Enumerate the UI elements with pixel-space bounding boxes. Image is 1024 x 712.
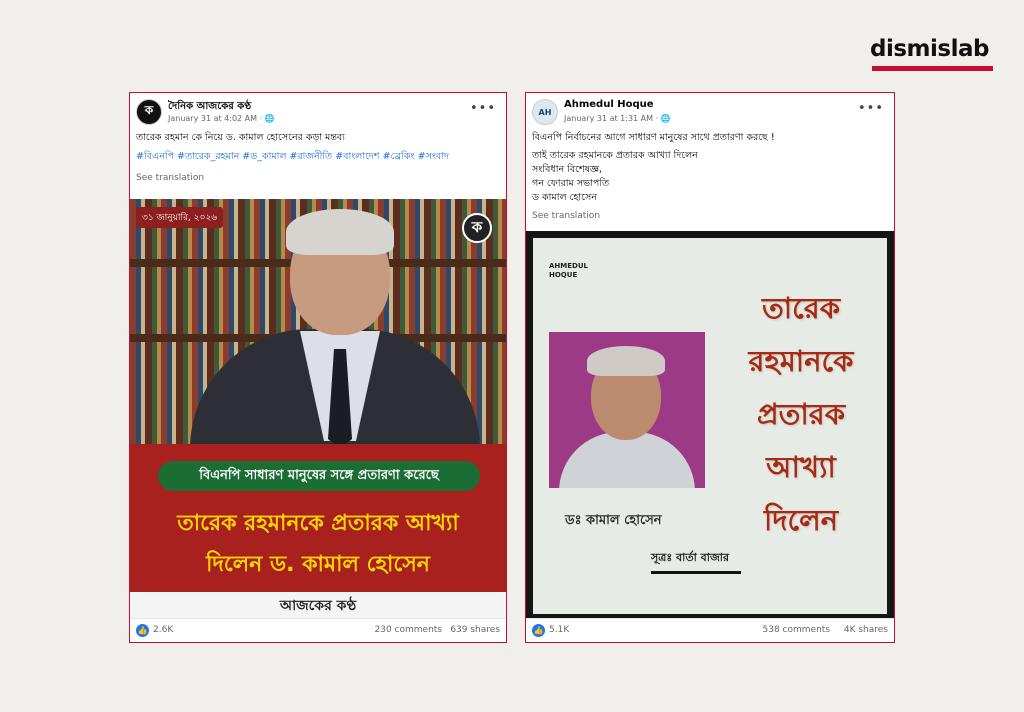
headline-panel: বিএনপি সাধারণ মানুষের সঙ্গে প্রতারণা করে… xyxy=(130,444,506,620)
portrait-hair xyxy=(587,346,665,376)
portrait-shirt xyxy=(559,432,695,488)
source-underline xyxy=(651,571,741,574)
post-timestamp[interactable]: January 31 at 1:31 AM · 🌐 xyxy=(564,114,671,123)
post-engagement-bar: 👍 5.1K 538 comments 4K shares xyxy=(526,618,894,642)
quote-line-4: আখ্যা xyxy=(766,450,836,484)
quote-line-2: রহমানকে xyxy=(748,344,854,378)
logo-line-1: AHMEDUL xyxy=(549,262,588,270)
share-count[interactable]: 639 shares xyxy=(450,625,500,635)
facebook-post-ahmedul-hoque: AH Ahmedul Hoque January 31 at 1:31 AM ·… xyxy=(525,92,895,643)
portrait-caption: ডঃ কামাল হোসেন xyxy=(565,513,662,528)
headline-line-2: দিলেন ড. কামাল হোসেন xyxy=(206,552,430,577)
person-hair xyxy=(286,209,394,255)
logo-line-2: HOQUE xyxy=(549,271,578,279)
headline-line-1: তারেক রহমানকে প্রতারক আখ্যা xyxy=(177,511,459,536)
source-credit: সূত্রঃ বার্তা বাজার xyxy=(651,551,730,564)
page-avatar[interactable]: ক xyxy=(136,99,162,125)
quote-line-5: দিলেন xyxy=(763,503,839,537)
facebook-post-ajker-kantha: ক দৈনিক আজকের কণ্ঠ January 31 at 4:02 AM… xyxy=(129,92,507,643)
post-caption-line-4: গন ফোরাম সভাপতি xyxy=(532,178,610,189)
brand-underline xyxy=(872,66,993,71)
quote-line-1: তারেক xyxy=(761,291,841,325)
post-caption-line-3: সংবিধান বিশেষজ্ঞ, xyxy=(532,164,602,175)
post-engagement-bar: 👍 2.6K 230 comments 639 shares xyxy=(130,618,506,642)
green-headline: বিএনপি সাধারণ মানুষের সঙ্গে প্রতারণা করে… xyxy=(158,461,480,491)
date-badge: ৩১ জানুয়ারি, ২০২৬ xyxy=(136,207,224,228)
profile-name[interactable]: Ahmedul Hoque xyxy=(564,99,654,110)
share-count[interactable]: 4K shares xyxy=(844,625,888,635)
post-timestamp[interactable]: January 31 at 4:02 AM · 🌐 xyxy=(168,114,275,123)
comment-count[interactable]: 538 comments xyxy=(763,625,831,635)
post-image[interactable]: ৩১ জানুয়ারি, ২০২৬ ক বিএনপি সাধারণ মানুষ… xyxy=(130,199,506,620)
profile-avatar[interactable]: AH xyxy=(532,99,558,125)
like-reaction-icon[interactable]: 👍 xyxy=(136,624,149,637)
quote-line-3: প্রতারক xyxy=(756,397,846,431)
post-image[interactable]: AHMEDUL HOQUE তারেক রহমানকে প্রতারক আখ্য… xyxy=(526,231,894,621)
channel-logo-icon: ক xyxy=(462,213,492,243)
watermark-logo: AHMEDUL HOQUE xyxy=(549,262,588,280)
see-translation-link[interactable]: See translation xyxy=(532,211,600,221)
post-caption-line-1: বিএনপি নির্বাচনের আগে সাধারণ মানুষের সাথ… xyxy=(532,132,775,143)
like-reaction-icon[interactable]: 👍 xyxy=(532,624,545,637)
more-options-icon[interactable]: ••• xyxy=(858,101,884,116)
newspaper-logo: আজকের কণ্ঠ xyxy=(130,592,506,620)
comment-count[interactable]: 230 comments xyxy=(375,625,443,635)
post-caption-line-5: ড কামাল হোসেন xyxy=(532,192,597,203)
reaction-count[interactable]: 5.1K xyxy=(549,625,569,635)
graphic-card: AHMEDUL HOQUE তারেক রহমানকে প্রতারক আখ্য… xyxy=(533,238,887,614)
more-options-icon[interactable]: ••• xyxy=(470,101,496,116)
post-caption-line-2: তাই তারেক রহমানকে প্রতারক আখ্যা দিলেন xyxy=(532,150,698,161)
post-caption: তারেক রহমান কে নিয়ে ড. কামাল হোসেনের কড… xyxy=(136,132,345,143)
post-hashtags[interactable]: #বিএনপি #তারেক_রহমান #ড_কামাল #রাজনীতি #… xyxy=(136,150,449,165)
portrait-photo xyxy=(549,332,705,488)
see-translation-link[interactable]: See translation xyxy=(136,173,204,183)
quote-text: তারেক রহমানকে প্রতারক আখ্যা দিলেন xyxy=(711,282,891,547)
brand-logo: dismislab xyxy=(870,36,989,62)
reaction-count[interactable]: 2.6K xyxy=(153,625,173,635)
